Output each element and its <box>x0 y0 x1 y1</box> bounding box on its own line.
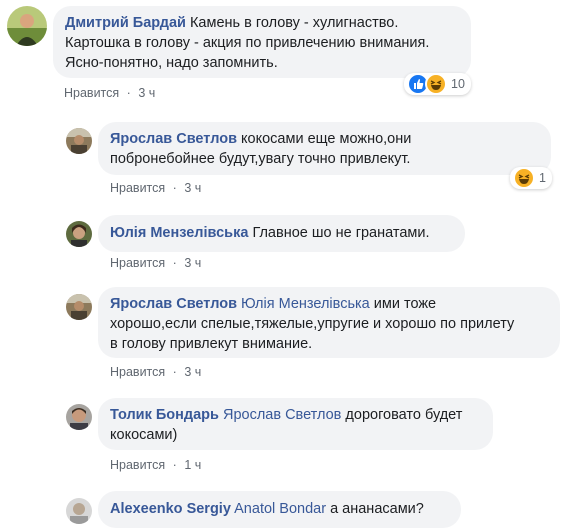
comment-actions: Нравится · 1 ч <box>110 458 201 472</box>
comment-bubble: Ярослав Светлов кокосами еще можно,они п… <box>98 122 551 175</box>
comment-bubble: Дмитрий Бардай Камень в голову - хулигна… <box>53 6 471 78</box>
mention-link[interactable]: Юлія Мензелівська <box>241 296 370 312</box>
comment-text-line: а ананасами? <box>330 501 424 517</box>
like-button[interactable]: Нравится <box>110 458 165 472</box>
comment-text-line: ими тоже <box>373 296 437 312</box>
comment-author[interactable]: Alexeenko Sergiy <box>110 501 231 517</box>
separator: · <box>172 256 177 270</box>
comment-bubble: Юлія Мензелівська Главное шо не гранатам… <box>98 215 465 252</box>
comment-author[interactable]: Ярослав Светлов <box>110 296 237 312</box>
reaction-count: 10 <box>451 77 465 91</box>
comment-text-line: кокосами) <box>110 427 178 443</box>
timestamp[interactable]: 3 ч <box>138 86 155 100</box>
separator: · <box>172 458 177 472</box>
comment-author[interactable]: Дмитрий Бардай <box>65 15 186 31</box>
comment-bubble: Ярослав Светлов Юлія Мензелівська ими то… <box>98 287 560 358</box>
comment-text-line: Картошка в голову - акция по привлечению… <box>65 35 430 51</box>
comment-text-line: дороговато будет <box>345 407 463 423</box>
separator: · <box>172 365 177 379</box>
separator: · <box>126 86 131 100</box>
avatar[interactable] <box>66 404 92 430</box>
timestamp[interactable]: 3 ч <box>184 181 201 195</box>
avatar[interactable] <box>7 6 47 46</box>
mention-link[interactable]: Ярослав Светлов <box>223 407 341 423</box>
haha-icon <box>513 167 535 189</box>
timestamp[interactable]: 3 ч <box>184 256 201 270</box>
comment-author[interactable]: Толик Бондарь <box>110 407 219 423</box>
comment-author[interactable]: Ярослав Светлов <box>110 131 237 147</box>
avatar[interactable] <box>66 498 92 524</box>
like-button[interactable]: Нравится <box>110 365 165 379</box>
comment-text-line: кокосами еще можно,они <box>241 131 412 147</box>
comment-actions: Нравится · 3 ч <box>110 365 201 379</box>
comment-text-line: побронебойнее будут,увагу точно привлеку… <box>110 151 411 167</box>
timestamp[interactable]: 1 ч <box>184 458 201 472</box>
separator: · <box>172 181 177 195</box>
comment-bubble: Толик Бондарь Ярослав Светлов дороговато… <box>98 398 493 450</box>
comment-text-line: Главное шо не гранатами. <box>252 225 430 241</box>
like-button[interactable]: Нравится <box>110 181 165 195</box>
comment-text-line: в голову привлекут внимание. <box>110 336 313 352</box>
timestamp[interactable]: 3 ч <box>184 365 201 379</box>
comment-author[interactable]: Юлія Мензелівська <box>110 225 248 241</box>
reaction-count: 1 <box>539 171 546 185</box>
comment-text-line: Камень в голову - хулигнаство. <box>189 15 399 31</box>
like-button[interactable]: Нравится <box>64 86 119 100</box>
comment-text-line: хорошо,если спелые,тяжелые,упругие и хор… <box>110 316 515 332</box>
comment-actions: Нравится · 3 ч <box>110 181 201 195</box>
reaction-summary[interactable]: 10 <box>404 73 471 95</box>
like-button[interactable]: Нравится <box>110 256 165 270</box>
comment-text-line: Ясно-понятно, надо запомнить. <box>65 55 278 71</box>
avatar[interactable] <box>66 294 92 320</box>
mention-link[interactable]: Anatol Bondar <box>234 501 326 517</box>
comment-bubble: Alexeenko Sergiy Anatol Bondar а ананаса… <box>98 491 461 528</box>
avatar[interactable] <box>66 128 92 154</box>
haha-icon <box>425 73 447 95</box>
reaction-summary[interactable]: 1 <box>510 167 552 189</box>
avatar[interactable] <box>66 221 92 247</box>
comment-actions: Нравится · 3 ч <box>64 86 155 100</box>
comment-actions: Нравится · 3 ч <box>110 256 201 270</box>
